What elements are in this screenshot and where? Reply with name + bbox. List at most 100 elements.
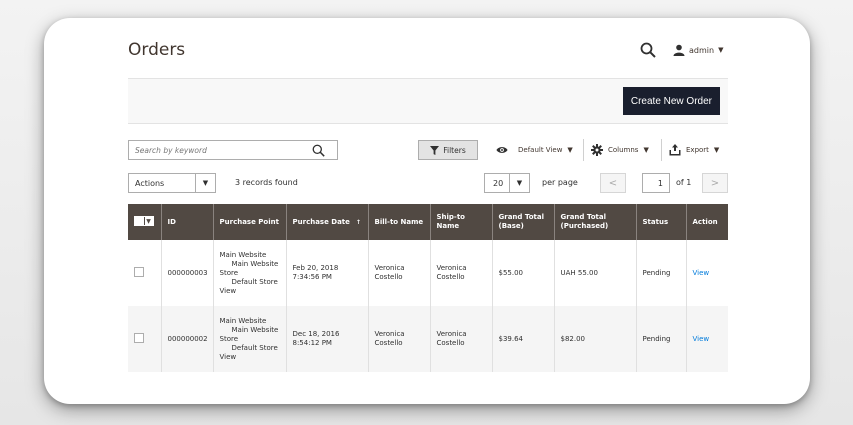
action-cell: View: [686, 306, 728, 372]
default-view-dropdown[interactable]: Default View ▼: [496, 142, 573, 158]
purchase-point: Main Website Main Website Store Default …: [213, 240, 287, 306]
bill-to-last: Costello: [374, 339, 403, 347]
grand-total-base: $39.64: [492, 306, 555, 372]
per-page-label: per page: [542, 178, 578, 187]
export-dropdown[interactable]: Export ▼: [669, 142, 719, 158]
purchase-date-day: Dec 18, 2016: [292, 330, 340, 338]
pp-website-store: Main Website: [231, 259, 279, 268]
bill-to-last: Costello: [374, 273, 403, 281]
action-cell: View: [686, 240, 728, 306]
column-header-ship-to[interactable]: Ship-to Name: [429, 204, 493, 240]
purchase-date-time: 7:34:56 PM: [292, 273, 332, 281]
bill-to-first: Veronica: [374, 330, 405, 338]
column-header-id[interactable]: ID: [161, 204, 214, 240]
pp-view: View: [219, 286, 237, 295]
export-icon: [669, 144, 681, 156]
pp-store: Store: [219, 334, 239, 343]
purchase-date-label: Purchase Date: [292, 217, 350, 226]
gear-icon: [591, 144, 603, 156]
ship-to-first: Veronica: [436, 330, 467, 338]
column-header-total-purchased[interactable]: Grand Total (Purchased): [554, 204, 637, 240]
ship-to-first: Veronica: [436, 264, 467, 272]
order-status: Pending: [636, 240, 687, 306]
columns-dropdown[interactable]: Columns ▼: [591, 142, 649, 158]
next-page-button[interactable]: >: [702, 173, 728, 193]
default-view-label: Default View: [518, 146, 563, 154]
columns-label: Columns: [608, 146, 639, 154]
row-checkbox[interactable]: [134, 332, 144, 343]
page-actions-bar: Create New Order: [128, 78, 728, 124]
pp-website: Main Website: [219, 316, 267, 325]
purchase-date-time: 8:54:12 PM: [292, 339, 332, 347]
pp-website-store: Main Website: [231, 325, 279, 334]
order-id: 000000003: [161, 240, 214, 306]
column-header-purchase-date[interactable]: Purchase Date ↑: [286, 204, 369, 240]
view-order-link[interactable]: View: [693, 269, 710, 277]
column-header-status[interactable]: Status: [636, 204, 687, 240]
ship-to-last: Costello: [436, 339, 465, 347]
view-order-link[interactable]: View: [693, 335, 710, 343]
bill-to-name: Veronica Costello: [368, 306, 431, 372]
toolbar-divider: [661, 139, 662, 161]
purchase-date: Dec 18, 2016 8:54:12 PM: [286, 306, 369, 372]
pp-website: Main Website: [219, 250, 267, 259]
keyword-search: [128, 140, 338, 160]
purchase-point: Main Website Main Website Store Default …: [213, 306, 287, 372]
caret-down-icon: ▼: [713, 146, 720, 154]
table-row: 000000002 Main Website Main Website Stor…: [128, 306, 728, 372]
user-name: admin: [689, 45, 715, 55]
user-menu[interactable]: admin ▼: [673, 41, 723, 59]
per-page-value: 20: [493, 178, 504, 188]
actions-label: Actions: [135, 178, 165, 188]
export-label: Export: [686, 146, 709, 154]
mass-select-header[interactable]: ▼: [128, 204, 162, 240]
pp-view: View: [219, 352, 237, 361]
search-icon[interactable]: [640, 42, 656, 58]
pp-default-store: Default Store: [231, 277, 278, 286]
ship-to-name: Veronica Costello: [429, 306, 493, 372]
column-header-action: Action: [686, 204, 728, 240]
mass-actions-select[interactable]: Actions ▼: [128, 173, 216, 193]
row-checkbox[interactable]: [134, 266, 144, 277]
toolbar-divider: [583, 139, 584, 161]
order-status: Pending: [636, 306, 687, 372]
page-title: Orders: [128, 40, 186, 60]
mass-select-control[interactable]: ▼: [134, 216, 154, 226]
column-header-bill-to[interactable]: Bill-to Name: [368, 204, 431, 240]
create-new-order-button[interactable]: Create New Order: [622, 87, 720, 115]
bill-to-name: Veronica Costello: [368, 240, 431, 306]
funnel-icon: [430, 145, 440, 155]
purchase-date: Feb 20, 2018 7:34:56 PM: [286, 240, 369, 306]
per-page-select[interactable]: 20 ▼: [484, 173, 530, 193]
caret-down-icon: ▼: [146, 217, 151, 225]
column-header-total-base[interactable]: Grand Total (Base): [492, 204, 555, 240]
previous-page-button[interactable]: <: [600, 173, 626, 193]
records-count: 3 records found: [235, 178, 298, 187]
grand-total-purchased: UAH 55.00: [554, 240, 637, 306]
caret-down-icon: ▼: [509, 174, 529, 192]
orders-grid: ▼ ID Purchase Point Purchase Date ↑ Bill-…: [128, 204, 728, 372]
filters-button[interactable]: Filters: [418, 140, 478, 160]
sort-up-icon: ↑: [355, 218, 361, 226]
grand-total-base: $55.00: [492, 240, 555, 306]
column-header-purchase-point[interactable]: Purchase Point: [213, 204, 287, 240]
ship-to-last: Costello: [436, 273, 465, 281]
user-icon: [673, 44, 685, 56]
eye-icon: [496, 147, 508, 153]
row-select-cell: [128, 240, 162, 306]
caret-down-icon: ▼: [567, 146, 573, 154]
search-icon[interactable]: [312, 144, 325, 157]
search-input[interactable]: [129, 145, 299, 155]
table-row: 000000003 Main Website Main Website Stor…: [128, 240, 728, 306]
grid-header-row: ▼ ID Purchase Point Purchase Date ↑ Bill-…: [128, 204, 728, 240]
ship-to-name: Veronica Costello: [429, 240, 493, 306]
current-page-input[interactable]: [642, 173, 670, 193]
purchase-date-day: Feb 20, 2018: [292, 264, 339, 272]
admin-panel-card: Orders admin ▼ Create New Order Search b…: [44, 18, 810, 404]
row-select-cell: [128, 306, 162, 372]
caret-down-icon: ▼: [195, 174, 215, 192]
pp-store: Store: [219, 268, 239, 277]
caret-down-icon: ▼: [718, 46, 724, 54]
order-id: 000000002: [161, 306, 214, 372]
grand-total-purchased: $82.00: [554, 306, 637, 372]
